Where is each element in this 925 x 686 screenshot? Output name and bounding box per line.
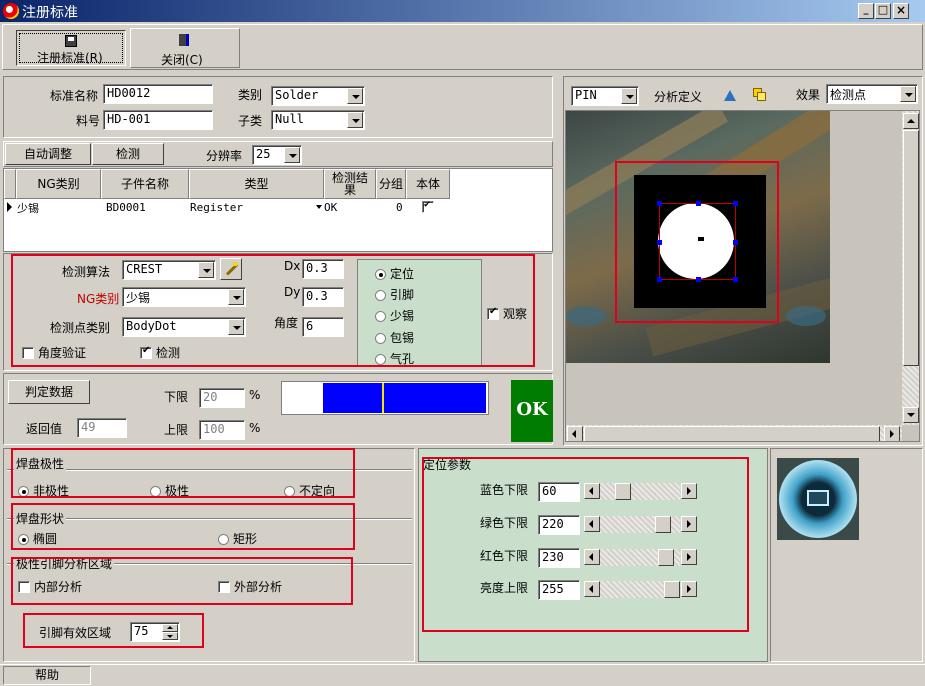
- upper-input[interactable]: 100: [199, 420, 245, 440]
- upper-label: 上限: [164, 423, 189, 437]
- auto-adjust-button[interactable]: 自动调整: [5, 143, 91, 165]
- part-input[interactable]: HD-001: [103, 110, 213, 130]
- part-label: 料号: [76, 114, 101, 128]
- subcat-select[interactable]: Null: [271, 110, 365, 130]
- judge-data-button[interactable]: 判定数据: [8, 380, 90, 404]
- detect-button[interactable]: 检测: [92, 143, 164, 165]
- app-icon: [3, 3, 19, 19]
- grid-header-type[interactable]: 类型: [189, 169, 324, 199]
- scroll-right-button[interactable]: [884, 426, 900, 441]
- register-label: 注册标准(R): [37, 51, 103, 65]
- row-body-checkbox[interactable]: [422, 199, 434, 213]
- maximize-button[interactable]: □: [875, 3, 891, 19]
- thumbnail-image[interactable]: [777, 458, 859, 540]
- judge-bar-fill: [323, 383, 486, 413]
- grid-header-group[interactable]: 分组: [376, 169, 406, 199]
- std-name-label: 标准名称: [50, 89, 99, 103]
- close-label: 关闭(C): [161, 53, 203, 67]
- judge-bar: [281, 381, 489, 415]
- return-value: 49: [77, 418, 127, 438]
- grid-header-ng[interactable]: NG类别: [16, 169, 101, 199]
- exit-icon: [179, 34, 189, 46]
- grid-header-child[interactable]: 子件名称: [101, 169, 189, 199]
- copy-icon[interactable]: [752, 87, 768, 103]
- row-ng: 少锡: [17, 202, 39, 215]
- save-icon: [65, 35, 77, 47]
- highlight-roi: [615, 161, 779, 323]
- ok-indicator: OK: [511, 380, 553, 442]
- resolution-label: 分辨率: [206, 149, 243, 163]
- highlight-polarity: [11, 448, 355, 498]
- analysis-def-label: 分析定义: [654, 90, 703, 104]
- std-name-input[interactable]: HD0012: [103, 84, 213, 104]
- lower-label: 下限: [164, 390, 189, 404]
- scroll-down-button[interactable]: [903, 407, 919, 423]
- status-bar: [0, 664, 925, 686]
- table-row[interactable]: 少锡 BD0001 Register OK 0: [4, 199, 552, 215]
- effect-select[interactable]: 检测点: [826, 84, 918, 104]
- category-select[interactable]: Solder: [271, 86, 365, 106]
- row-type-select[interactable]: Register: [190, 200, 324, 214]
- row-result: OK: [324, 201, 338, 214]
- close-button[interactable]: ×: [893, 3, 909, 19]
- title-bar: 注册标准 _ □ ×: [0, 0, 925, 22]
- lower-pct: %: [249, 388, 261, 402]
- grid-header-body[interactable]: 本体: [406, 169, 450, 199]
- category-label: 类别: [238, 88, 263, 102]
- effect-label: 效果: [796, 88, 821, 102]
- register-standard-button[interactable]: 注册标准(R): [16, 30, 126, 66]
- component-grid: NG类别 子件名称 类型 检测结果 分组 本体 少锡 BD0001 Regist…: [3, 168, 553, 252]
- help-status[interactable]: 帮助: [3, 666, 91, 685]
- judge-bar-marker: [382, 383, 384, 413]
- highlight-effective-area: [23, 613, 204, 648]
- subcat-label: 子类: [238, 114, 263, 128]
- lower-input[interactable]: 20: [199, 388, 245, 408]
- close-dialog-button[interactable]: 关闭(C): [130, 28, 240, 68]
- vertical-scroll-thumb[interactable]: [903, 130, 919, 366]
- horizontal-scroll-thumb[interactable]: [584, 426, 880, 441]
- window-title: 注册标准: [22, 5, 78, 21]
- scroll-left-button[interactable]: [567, 426, 583, 441]
- row-group: 0: [396, 201, 403, 214]
- scroll-up-button[interactable]: [903, 113, 919, 129]
- triangle-tool-icon[interactable]: [722, 88, 738, 104]
- camera-view[interactable]: [565, 110, 920, 442]
- highlight-pin-area: [11, 557, 353, 605]
- highlight-shape: [11, 503, 355, 550]
- upper-pct: %: [249, 421, 261, 435]
- grid-header: NG类别 子件名称 类型 检测结果 分组 本体: [4, 169, 552, 199]
- row-child: BD0001: [106, 201, 146, 214]
- highlight-locate-params: [422, 457, 749, 632]
- minimize-button[interactable]: _: [858, 3, 874, 19]
- row-pointer-icon: [7, 202, 12, 212]
- pin-select[interactable]: PIN: [571, 86, 639, 106]
- grid-header-result[interactable]: 检测结果: [324, 169, 376, 199]
- return-label: 返回值: [26, 422, 63, 436]
- highlight-algorithm: [11, 254, 535, 367]
- resolution-select[interactable]: 25: [252, 145, 302, 165]
